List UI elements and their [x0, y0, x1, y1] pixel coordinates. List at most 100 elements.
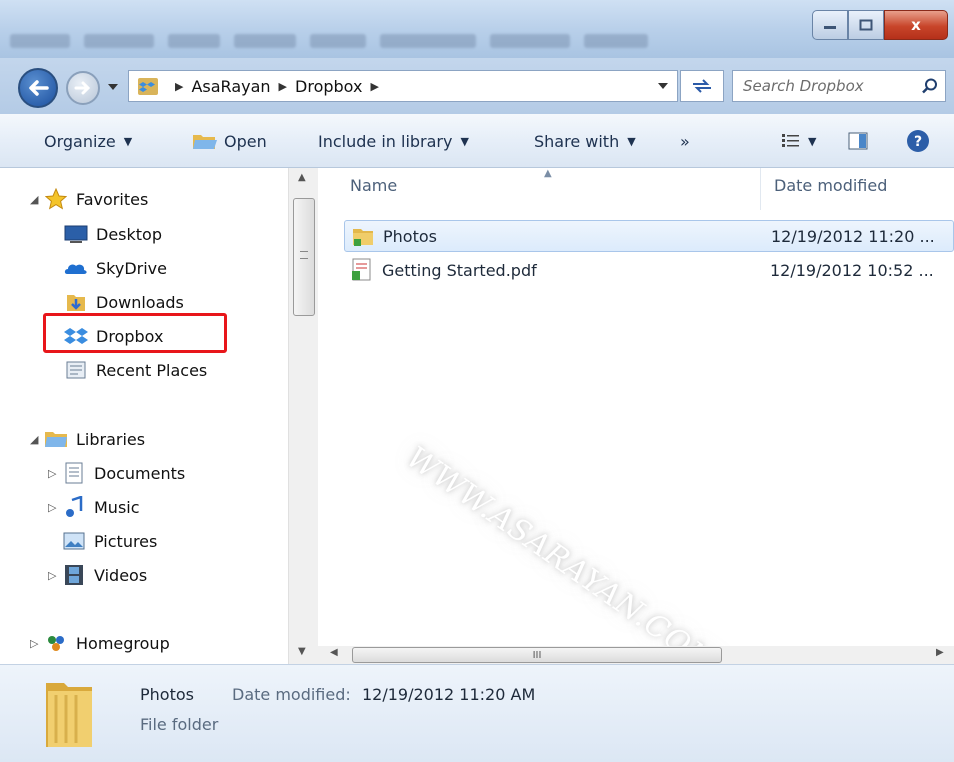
nav-item-skydrive[interactable]: SkyDrive — [64, 253, 167, 283]
search-icon[interactable] — [915, 78, 945, 94]
file-row-getting-started[interactable]: Getting Started.pdf 12/19/2012 10:52 ... — [344, 254, 954, 286]
nav-item-label: Downloads — [96, 292, 184, 312]
nav-item-desktop[interactable]: Desktop — [64, 219, 162, 249]
address-bar[interactable]: ▶ AsaRayan ▶ Dropbox ▶ — [128, 70, 678, 102]
close-icon: x — [911, 16, 921, 34]
music-icon — [62, 496, 86, 518]
horizontal-scroll-thumb[interactable]: III — [352, 647, 722, 663]
file-name: Getting Started.pdf — [382, 260, 537, 280]
refresh-button[interactable] — [680, 70, 724, 102]
file-list: Name ▲ Date modified Photos 12/19/2012 1… — [318, 168, 954, 646]
homegroup-icon — [44, 632, 68, 654]
nav-item-label: Videos — [94, 565, 148, 585]
nav-favorites[interactable]: ◢ Favorites — [30, 184, 148, 214]
file-name: Photos — [383, 226, 437, 246]
nav-item-videos[interactable]: ▷ Videos — [48, 560, 147, 590]
scroll-up-icon[interactable]: ▲ — [298, 172, 306, 183]
title-bar: x — [0, 0, 954, 58]
open-button[interactable]: Open — [192, 114, 267, 168]
nav-libraries[interactable]: ◢ Libraries — [30, 424, 145, 454]
collapsed-triangle-icon[interactable]: ▷ — [48, 467, 62, 480]
nav-item-recent-places[interactable]: Recent Places — [64, 355, 207, 385]
dropbox-icon — [138, 78, 158, 95]
chevron-down-icon: ▼ — [627, 134, 636, 148]
nav-item-label: Music — [94, 497, 140, 517]
breadcrumb-asarayan[interactable]: AsaRayan — [191, 77, 270, 96]
folder-open-icon — [193, 135, 217, 149]
nav-libraries-label: Libraries — [76, 429, 146, 449]
column-header-date-modified[interactable]: Date modified — [774, 176, 887, 195]
preview-pane-icon — [848, 132, 868, 150]
nav-item-label: Recent Places — [96, 360, 208, 380]
breadcrumb-separator[interactable]: ▶ — [370, 80, 378, 93]
back-button[interactable] — [18, 68, 58, 108]
search-placeholder: Search Dropbox — [743, 77, 864, 95]
folder-icon — [46, 683, 92, 747]
address-row: ▶ AsaRayan ▶ Dropbox ▶ Search Dropbox — [0, 58, 954, 114]
collapsed-triangle-icon[interactable]: ▷ — [48, 569, 62, 582]
nav-favorites-label: Favorites — [76, 189, 149, 209]
help-button[interactable]: ? — [906, 114, 930, 168]
nav-homegroup[interactable]: ▷ Homegroup — [30, 628, 170, 658]
file-row-photos[interactable]: Photos 12/19/2012 11:20 ... — [344, 220, 954, 252]
more-commands-button[interactable]: » — [680, 114, 690, 168]
column-header-name[interactable]: Name — [350, 176, 397, 195]
minimize-button[interactable] — [812, 10, 848, 40]
svg-text:?: ? — [914, 134, 922, 150]
nav-item-pictures[interactable]: Pictures — [48, 526, 157, 556]
blurred-bookmarks-bar — [0, 30, 790, 52]
search-input[interactable]: Search Dropbox — [732, 70, 946, 102]
desktop-icon — [64, 223, 88, 245]
recent-places-icon — [64, 359, 88, 381]
scroll-left-icon[interactable]: ◀ — [330, 647, 338, 658]
preview-pane-button[interactable] — [848, 114, 868, 168]
details-pane: Photos Date modified: 12/19/2012 11:20 A… — [0, 664, 954, 762]
command-bar: Organize ▼ Open Include in library ▼ Share… — [0, 114, 954, 168]
include-in-library-label: Include in library — [318, 131, 453, 151]
nav-item-label: Documents — [94, 463, 186, 483]
nav-item-music[interactable]: ▷ Music — [48, 492, 140, 522]
chevron-down-icon — [658, 83, 668, 89]
file-date: 12/19/2012 11:20 ... — [771, 226, 935, 246]
nav-item-documents[interactable]: ▷ Documents — [48, 458, 185, 488]
chevron-down-icon: ▼ — [808, 134, 817, 148]
share-with-button[interactable]: Share with ▼ — [534, 114, 636, 168]
breadcrumb-separator[interactable]: ▶ — [279, 80, 287, 93]
horizontal-scrollbar[interactable]: ◀ III ▶ — [318, 646, 954, 664]
breadcrumb-dropbox[interactable]: Dropbox — [295, 77, 362, 96]
file-date: 12/19/2012 10:52 ... — [770, 260, 934, 280]
folder-icon — [353, 229, 373, 246]
recent-pages-dropdown[interactable] — [104, 78, 122, 96]
collapsed-triangle-icon[interactable]: ▷ — [48, 501, 62, 514]
open-label: Open — [224, 131, 267, 151]
pictures-icon — [62, 530, 86, 552]
details-date-label: Date modified: — [232, 685, 351, 704]
maximize-button[interactable] — [848, 10, 884, 40]
pdf-icon — [352, 258, 371, 281]
minimize-icon — [824, 26, 836, 29]
nav-scroll-thumb[interactable] — [293, 198, 315, 316]
expanded-triangle-icon[interactable]: ◢ — [30, 433, 44, 446]
column-separator[interactable] — [760, 168, 761, 210]
include-in-library-button[interactable]: Include in library ▼ — [318, 114, 469, 168]
nav-scrollbar[interactable]: ▲ ▼ — [288, 168, 318, 664]
expanded-triangle-icon[interactable]: ◢ — [30, 193, 44, 206]
refresh-icon — [693, 79, 711, 93]
nav-item-label: SkyDrive — [96, 258, 167, 278]
change-view-button[interactable]: ▼ — [782, 114, 816, 168]
documents-icon — [62, 462, 86, 484]
chevron-down-icon — [108, 84, 118, 90]
share-with-label: Share with — [534, 131, 620, 151]
collapsed-triangle-icon[interactable]: ▷ — [30, 637, 44, 650]
scroll-right-icon[interactable]: ▶ — [936, 647, 944, 658]
address-history-dropdown[interactable] — [648, 70, 678, 102]
videos-icon — [62, 564, 86, 586]
close-button[interactable]: x — [884, 10, 948, 40]
forward-button[interactable] — [66, 71, 100, 105]
chevron-down-icon: ▼ — [460, 134, 469, 148]
scroll-down-icon[interactable]: ▼ — [298, 646, 306, 657]
breadcrumb-separator[interactable]: ▶ — [175, 80, 183, 93]
sort-ascending-icon: ▲ — [544, 168, 552, 179]
organize-button[interactable]: Organize ▼ — [44, 114, 132, 168]
skydrive-icon — [64, 257, 88, 279]
